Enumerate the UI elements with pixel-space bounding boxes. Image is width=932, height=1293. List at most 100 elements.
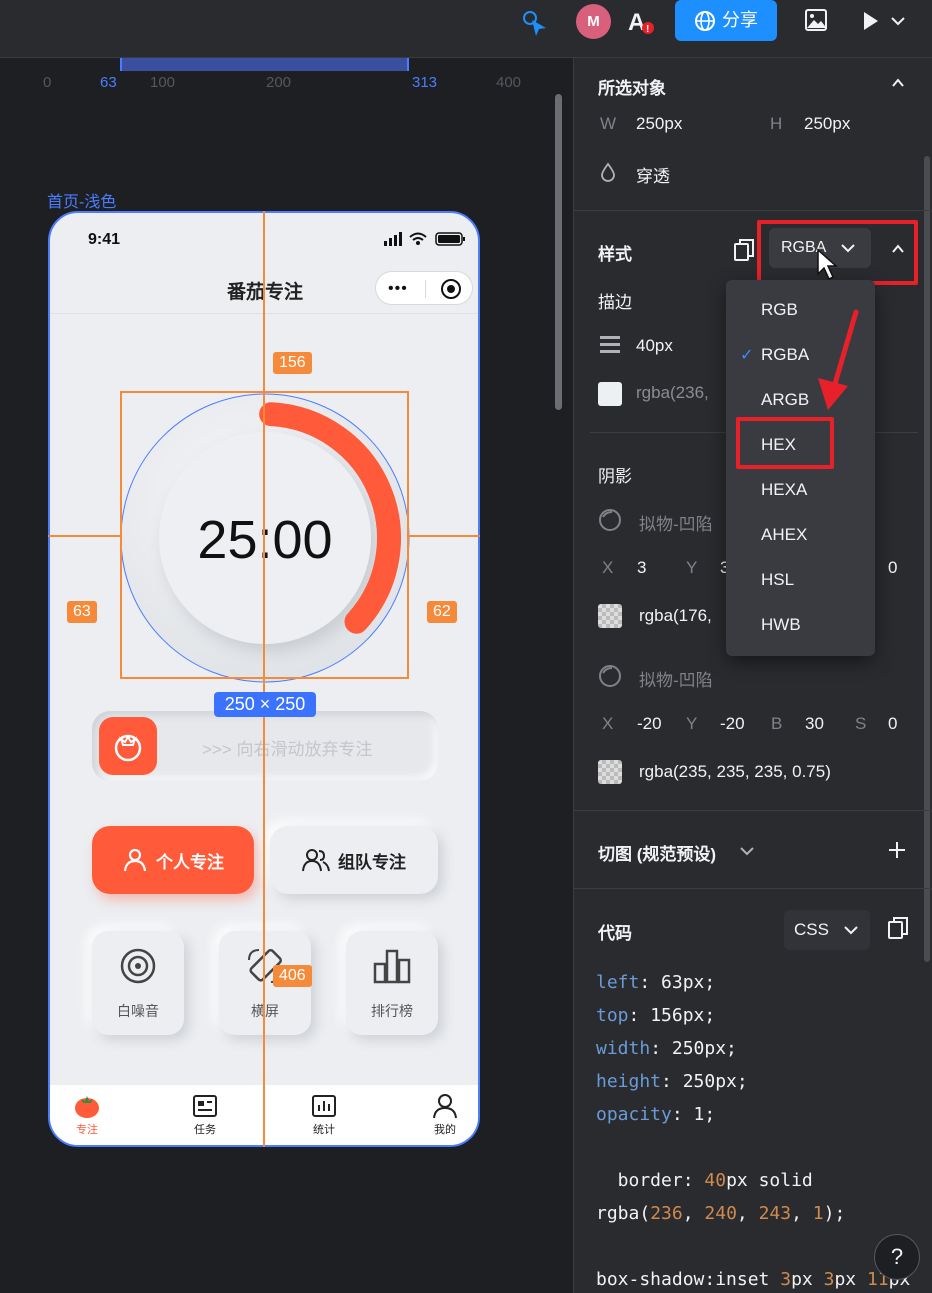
tomato-icon <box>114 734 142 762</box>
measure-guide-left <box>48 535 120 537</box>
tile-leaderboard[interactable]: 排行榜 <box>346 931 438 1035</box>
image-icon[interactable] <box>804 8 828 32</box>
tab-tasks[interactable]: 任务 <box>175 1093 235 1137</box>
height-value[interactable]: 250px <box>804 114 850 134</box>
ruler-tick: 200 <box>266 74 292 91</box>
tab-label: 统计 <box>313 1124 335 1136</box>
copy-code-icon[interactable] <box>887 916 909 940</box>
tile-label: 排行榜 <box>371 1003 413 1019</box>
help-button[interactable]: ? <box>874 1234 920 1280</box>
section-divider <box>574 810 932 811</box>
dropdown-option-hexa[interactable]: HEXA <box>761 480 807 500</box>
chevron-up-icon[interactable] <box>891 76 905 90</box>
tile-label: 白噪音 <box>117 1003 159 1019</box>
inspect-cursor-icon[interactable] <box>520 8 550 38</box>
panel-scrollbar[interactable] <box>924 156 930 962</box>
tab-focus[interactable]: 专注 <box>57 1093 117 1137</box>
dropdown-option-ahex[interactable]: AHEX <box>761 525 807 545</box>
frame-label[interactable]: 首页-浅色 <box>47 188 116 212</box>
tile-white-noise[interactable]: 白噪音 <box>92 931 184 1035</box>
dropdown-option-rgba[interactable]: RGBA <box>761 345 809 365</box>
measure-top-badge: 156 <box>273 352 312 374</box>
measure-guide-vertical <box>263 211 265 1147</box>
team-focus-label: 组队专注 <box>338 852 406 872</box>
slice-title[interactable]: 切图 (规范预设) <box>598 840 716 865</box>
user-avatar[interactable]: M <box>576 4 611 39</box>
shadow2-x-value[interactable]: -20 <box>637 714 662 734</box>
inner-shadow-icon <box>599 509 621 531</box>
height-label: H <box>770 114 783 133</box>
code-line-left[interactable]: left: 63px; <box>596 972 715 993</box>
shadow2-color-value[interactable]: rgba(235, 235, 235, 0.75) <box>639 762 831 782</box>
code-language-select[interactable]: CSS <box>784 910 870 950</box>
ruler-tick-selection-end: 313 <box>412 74 438 91</box>
shadow-title: 阴影 <box>598 467 632 486</box>
code-line-border[interactable]: border: 40px solid <box>596 1170 813 1191</box>
personal-focus-button[interactable]: 个人专注 <box>92 826 254 894</box>
code-line-top[interactable]: top: 156px; <box>596 1005 715 1026</box>
shadow1-s-value[interactable]: 0 <box>888 558 897 578</box>
slide-to-abandon-track[interactable]: >>> 向右滑动放弃专注 <box>92 711 438 781</box>
personal-focus-label: 个人专注 <box>156 852 224 872</box>
dropdown-option-rgb[interactable]: RGB <box>761 300 798 320</box>
canvas-scrollbar[interactable] <box>555 94 562 410</box>
team-icon <box>302 849 330 872</box>
code-line-border-color[interactable]: rgba(236, 240, 243, 1); <box>596 1203 845 1224</box>
stroke-width-value[interactable]: 40px <box>636 336 673 356</box>
team-focus-button[interactable]: 组队专注 <box>270 826 438 894</box>
shadow2-b-value[interactable]: 30 <box>805 714 824 734</box>
shadow2-b-label: B <box>771 714 783 733</box>
shadow2-s-label: S <box>855 714 867 733</box>
ruler-tick: 400 <box>496 74 522 91</box>
user-icon <box>123 848 147 872</box>
disc-icon <box>120 948 156 984</box>
tab-stats[interactable]: 统计 <box>294 1093 354 1137</box>
dropdown-option-hwb[interactable]: HWB <box>761 615 801 635</box>
share-button[interactable]: 分享 <box>675 0 777 41</box>
tasks-icon <box>193 1095 217 1117</box>
stroke-title: 描边 <box>598 293 632 312</box>
copy-icon[interactable] <box>733 238 755 262</box>
font-warning-icon[interactable]: A ! <box>626 6 660 40</box>
add-icon[interactable] <box>888 841 906 859</box>
shadow1-name[interactable]: 拟物-凹陷 <box>639 510 713 535</box>
shadow1-color-value[interactable]: rgba(176, <box>639 606 712 626</box>
width-label: W <box>600 114 617 133</box>
pass-through-value[interactable]: 穿透 <box>636 162 670 187</box>
tab-me[interactable]: 我的 <box>415 1093 475 1137</box>
tab-bar: 专注 任务 统计 我的 <box>50 1085 478 1145</box>
shadow2-y-value[interactable]: -20 <box>720 714 745 734</box>
chevron-down-icon[interactable] <box>740 846 754 856</box>
shadow2-y-label: Y <box>686 714 698 733</box>
code-line-opacity[interactable]: opacity: 1; <box>596 1104 715 1125</box>
selection-box[interactable] <box>120 391 409 679</box>
shadow2-name[interactable]: 拟物-凹陷 <box>639 666 713 691</box>
code-line-box-shadow[interactable]: box-shadow:inset 3px 3px 11px <box>596 1269 910 1290</box>
chevron-down-icon <box>844 926 858 935</box>
measure-left-badge: 63 <box>67 601 97 623</box>
code-line-height[interactable]: height: 250px; <box>596 1071 748 1092</box>
horizontal-ruler: 0 63 100 200 313 400 <box>0 58 573 94</box>
dropdown-option-argb[interactable]: ARGB <box>761 390 809 410</box>
shadow2-color-swatch[interactable] <box>598 760 622 784</box>
mouse-cursor-icon <box>817 248 838 281</box>
shadow1-x-value[interactable]: 3 <box>637 558 646 578</box>
stats-icon <box>312 1095 336 1117</box>
stroke-color-value[interactable]: rgba(236, <box>636 383 709 403</box>
shadow2-s-value[interactable]: 0 <box>888 714 897 734</box>
check-icon: ✓ <box>740 347 754 364</box>
dropdown-option-hsl[interactable]: HSL <box>761 570 794 590</box>
annotation-arrow-icon <box>818 309 859 410</box>
code-line-width[interactable]: width: 250px; <box>596 1038 737 1059</box>
top-toolbar: M A ! 分享 <box>0 0 932 58</box>
stroke-color-swatch[interactable] <box>598 382 622 406</box>
section-title-style: 样式 <box>598 245 632 264</box>
width-value[interactable]: 250px <box>636 114 682 134</box>
section-divider <box>574 888 932 889</box>
play-preview-icon[interactable] <box>860 10 910 32</box>
shadow1-color-swatch[interactable] <box>598 604 622 628</box>
measure-guide-right <box>409 535 480 537</box>
ruler-selection-range <box>120 58 409 71</box>
tab-label: 任务 <box>194 1124 216 1136</box>
slide-knob[interactable] <box>99 717 157 775</box>
